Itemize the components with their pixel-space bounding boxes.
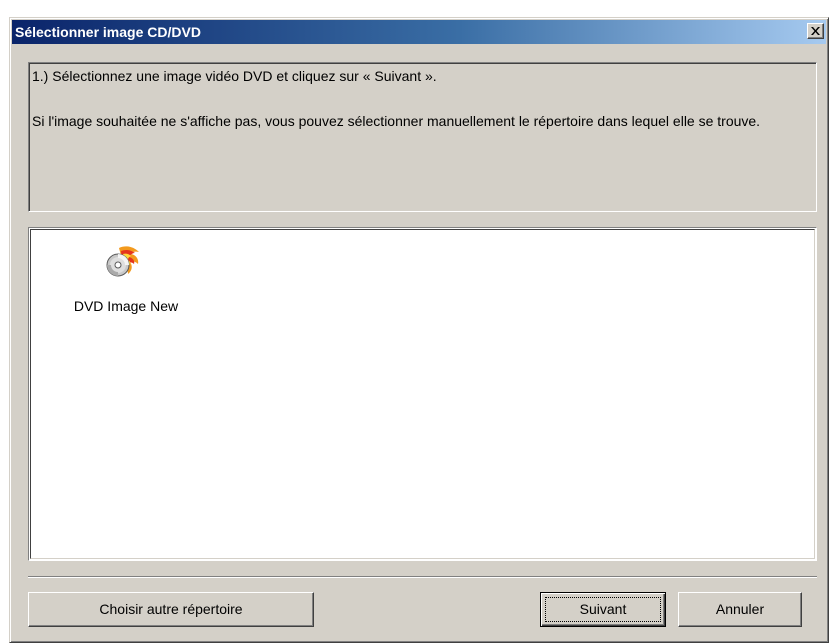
select-image-dialog: Sélectionner image CD/DVD 1.) Sélectionn… — [9, 17, 829, 643]
next-button[interactable]: Suivant — [540, 592, 666, 627]
image-list[interactable]: DVD Image New — [28, 227, 817, 561]
list-item[interactable]: DVD Image New — [51, 238, 201, 318]
divider — [28, 576, 817, 578]
list-item-label: DVD Image New — [73, 298, 179, 314]
window-title: Sélectionner image CD/DVD — [15, 24, 201, 40]
close-button[interactable] — [807, 23, 824, 39]
choose-directory-button[interactable]: Choisir autre répertoire — [28, 592, 314, 627]
title-bar[interactable]: Sélectionner image CD/DVD — [12, 20, 826, 44]
flaming-disc-icon — [105, 244, 141, 280]
instructions-panel: 1.) Sélectionnez une image vidéo DVD et … — [28, 62, 817, 212]
instruction-step: 1.) Sélectionnez une image vidéo DVD et … — [32, 68, 437, 84]
instruction-hint: Si l'image souhaitée ne s'affiche pas, v… — [32, 113, 761, 129]
next-button-label: Suivant — [579, 601, 627, 617]
cancel-button[interactable]: Annuler — [678, 592, 802, 627]
image-list-area: DVD Image New — [30, 229, 815, 559]
